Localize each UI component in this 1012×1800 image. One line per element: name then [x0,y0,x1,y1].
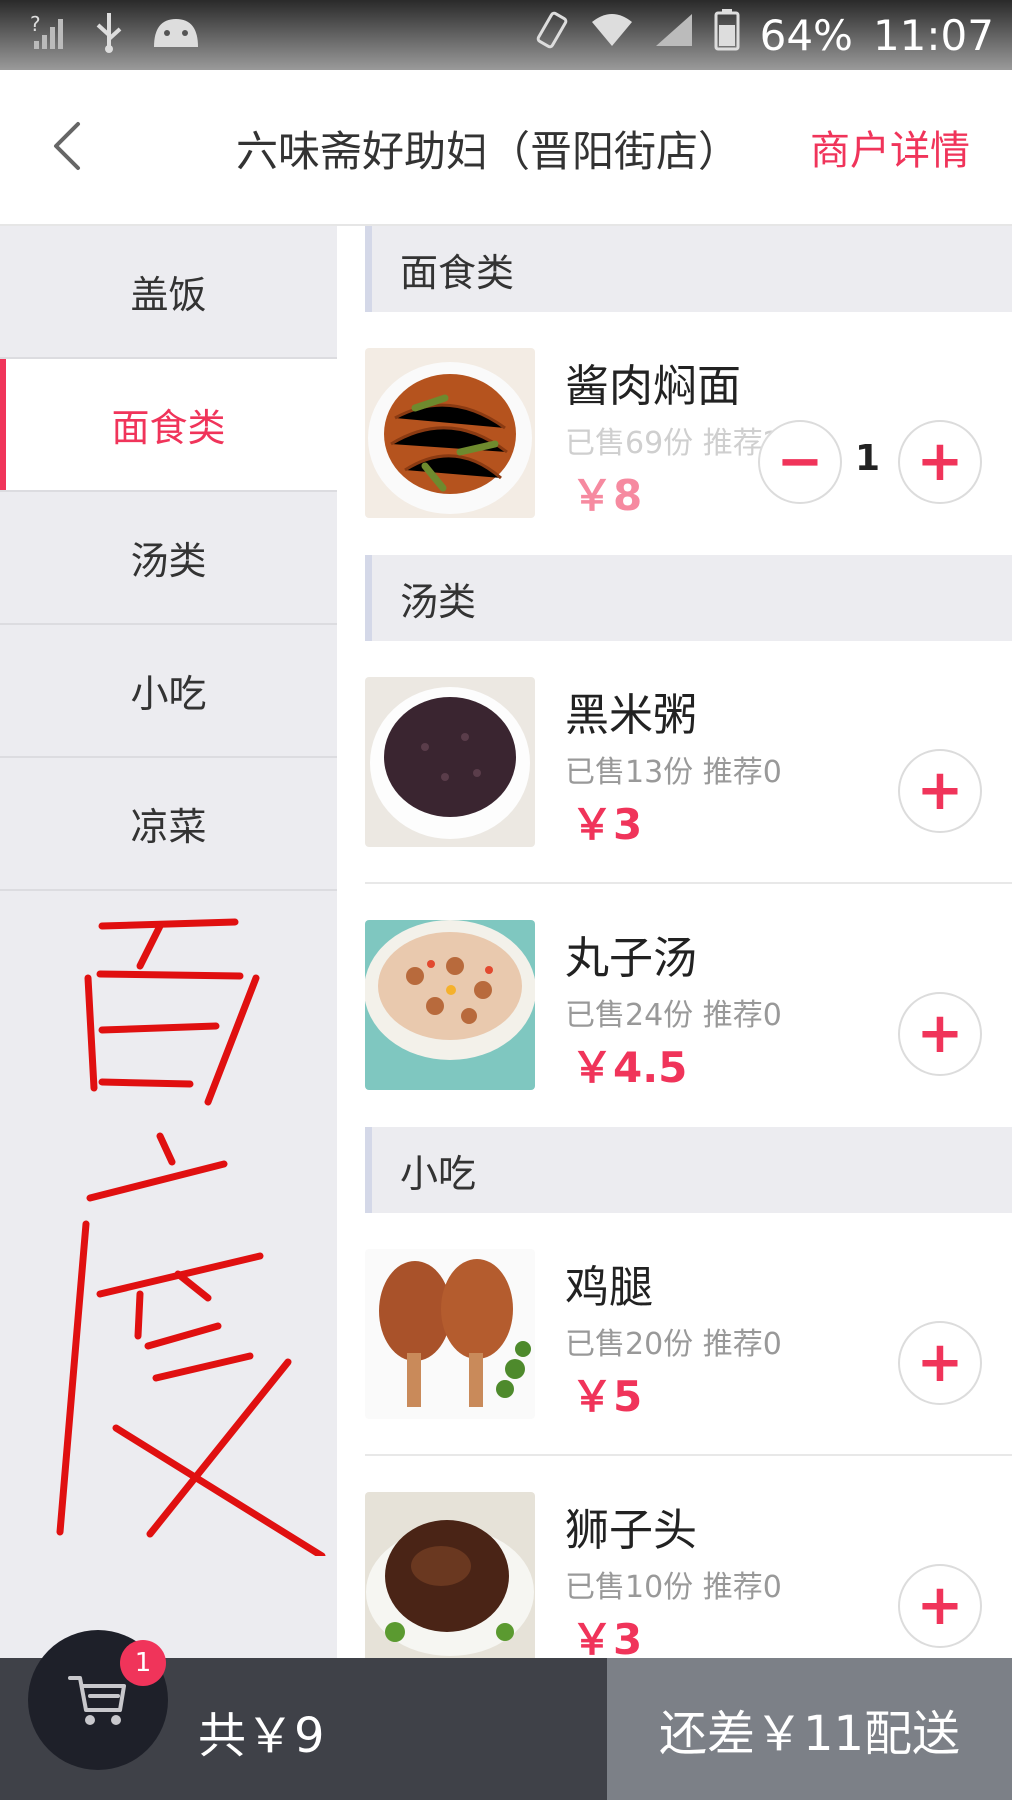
page-title: 六味斋好助妇（晋阳街店） [236,127,741,176]
sidebar-item-snacks[interactable]: 小吃 [0,625,337,758]
dish-image [365,677,535,847]
sidebar-item-label: 盖饭 [130,273,207,317]
plus-icon: + [916,1330,964,1395]
dish-name: 狮子头 [565,1505,697,1556]
decrease-quantity-button[interactable]: − [758,420,842,504]
header: 六味斋好助妇（晋阳街店） 商户详情 [0,70,1012,226]
add-to-cart-button[interactable]: + [898,420,982,504]
handwritten-watermark [56,918,326,1556]
dish-price: ￥4.5 [571,1043,688,1092]
sidebar-item-soup[interactable]: 汤类 [0,492,337,625]
category-sidebar: 盖饭 面食类 汤类 小吃 凉菜 [0,226,337,1658]
sidebar-item-label: 面食类 [111,406,226,450]
dish-sales: 已售10份 推荐0 [565,1570,782,1605]
list-item[interactable]: 鸡腿 已售20份 推荐0 ￥5 + [365,1213,1012,1456]
sidebar-item-noodles[interactable]: 面食类 [0,359,337,492]
dish-sales: 已售20份 推荐0 [565,1327,782,1362]
clock: 11:07 [872,10,994,60]
quantity-value: 1 [854,438,880,479]
section-header: 小吃 [365,1127,1012,1213]
battery-icon [714,9,740,61]
add-to-cart-button[interactable]: + [898,1564,982,1648]
dish-price: ￥5 [571,1372,643,1421]
sidebar-item-rice-bowl[interactable]: 盖饭 [0,226,337,359]
shopping-cart-icon [68,1676,126,1725]
add-to-cart-button[interactable]: + [898,992,982,1076]
cart-total: 共￥9 [198,1708,325,1764]
dish-image [365,1249,535,1419]
list-item[interactable]: 丸子汤 已售24份 推荐0 ￥4.5 + [365,884,1012,1127]
dish-sales: 已售13份 推荐0 [565,755,782,790]
dish-price: ￥3 [571,1615,643,1658]
back-button[interactable] [40,116,100,176]
android-icon [150,11,202,60]
usb-icon [92,9,126,62]
cell-signal-icon [654,12,694,58]
plus-icon: + [916,429,964,494]
dish-name: 鸡腿 [565,1262,653,1313]
sidebar-item-label: 小吃 [130,672,207,716]
dish-name: 黑米粥 [565,690,697,741]
plus-icon: + [916,758,964,823]
dish-sales: 已售69份 推荐2 [565,426,782,461]
sidebar-item-cold-dishes[interactable]: 凉菜 [0,758,337,891]
chevron-left-icon [54,122,80,170]
add-to-cart-button[interactable]: + [898,1321,982,1405]
status-bar: ? 64% 11:07 [0,0,1012,70]
dish-image [365,348,535,518]
wifi-icon [590,12,634,58]
section-header: 汤类 [365,555,1012,641]
list-item[interactable]: 狮子头 已售10份 推荐0 ￥3 + [365,1456,1012,1658]
signal-unknown-icon: ? [28,11,68,60]
merchant-details-link[interactable]: 商户详情 [810,118,970,176]
dish-price: ￥3 [571,800,643,849]
dish-sales: 已售24份 推荐0 [565,998,782,1033]
dish-name: 丸子汤 [565,933,697,984]
dish-price: ￥8 [571,471,643,520]
sidebar-item-label: 凉菜 [130,805,207,849]
minus-icon: − [776,429,824,494]
dish-name: 酱肉焖面 [565,361,741,412]
menu-list[interactable]: 面食类 酱肉焖面 已售69份 推荐2 ￥8 − 1 + 汤类 黑米粥 已售13份… [337,226,1012,1658]
list-item[interactable]: 酱肉焖面 已售69份 推荐2 ￥8 − 1 + [365,312,1012,555]
svg-text:?: ? [30,12,41,36]
cart-count-badge: 1 [120,1640,166,1686]
dish-image [365,1492,535,1658]
section-header: 面食类 [365,226,1012,312]
add-to-cart-button[interactable]: + [898,749,982,833]
plus-icon: + [916,1573,964,1638]
sidebar-item-label: 汤类 [130,539,207,583]
list-item[interactable]: 黑米粥 已售13份 推荐0 ￥3 + [365,641,1012,884]
vibrate-icon [534,10,570,60]
battery-percent: 64% [759,10,853,60]
dish-image [365,920,535,1090]
plus-icon: + [916,1001,964,1066]
checkout-button[interactable]: 还差￥11配送 [607,1658,1012,1800]
